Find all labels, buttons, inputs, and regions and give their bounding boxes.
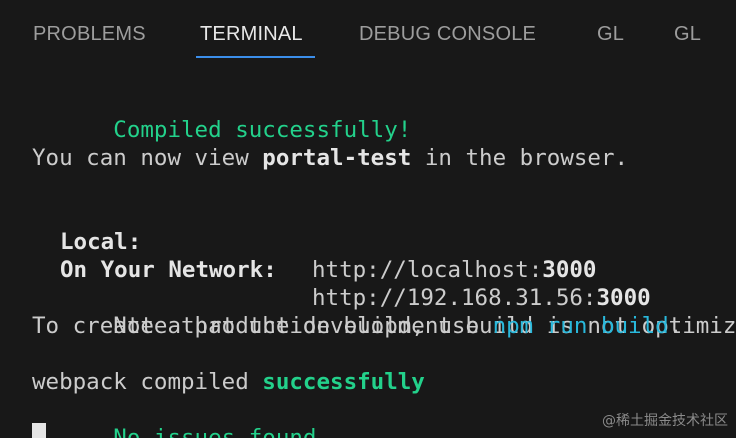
local-port: 3000 [542,257,597,283]
app-name: portal-test [262,145,412,171]
no-issues-text: No issues found. [113,425,331,438]
terminal-cursor [32,423,46,438]
view-suffix: in the browser. [411,145,629,171]
tab-problems[interactable]: PROBLEMS [33,20,146,50]
npm-command: npm run build [492,313,669,339]
webpack-status: successfully [262,369,425,395]
tab-gl-2[interactable]: GL [674,20,701,50]
webpack-line: webpack compiled successfully [32,368,425,396]
compiled-line: Compiled successfully! [32,88,411,143]
tab-gl-1[interactable]: GL [597,20,624,50]
view-line: You can now view portal-test in the brow… [32,144,628,172]
terminal-panel: PROBLEMS TERMINAL DEBUG CONSOLE GL GL Co… [0,0,736,438]
webpack-prefix: webpack compiled [32,369,263,395]
watermark: @稀土掘金技术社区 [602,413,728,429]
terminal-output[interactable]: Compiled successfully! You can now view … [0,62,736,438]
tab-terminal[interactable]: TERMINAL [200,20,303,50]
view-prefix: You can now view [32,145,263,171]
note-prefix: To create a production build, use [32,313,493,339]
network-line: On Your Network: http://192.168.31.56:30… [60,228,651,311]
no-issues-line: No issues found. [32,396,330,438]
compiled-text: Compiled successfully! [113,117,412,143]
tab-debug-console[interactable]: DEBUG CONSOLE [359,20,536,50]
local-url-base: http://localhost: [312,257,543,283]
panel-tab-bar: PROBLEMS TERMINAL DEBUG CONSOLE GL GL [0,0,736,62]
note-suffix: . [668,313,683,339]
active-tab-indicator [196,56,315,58]
note-line-1: Note that the development build is not o… [32,284,736,339]
local-url[interactable]: http://localhost:3000 [312,256,596,284]
network-label: On Your Network: [60,257,277,283]
note-line-2: To create a production build, use npm ru… [32,312,682,340]
local-line: Local: http://localhost:3000 [60,200,596,283]
